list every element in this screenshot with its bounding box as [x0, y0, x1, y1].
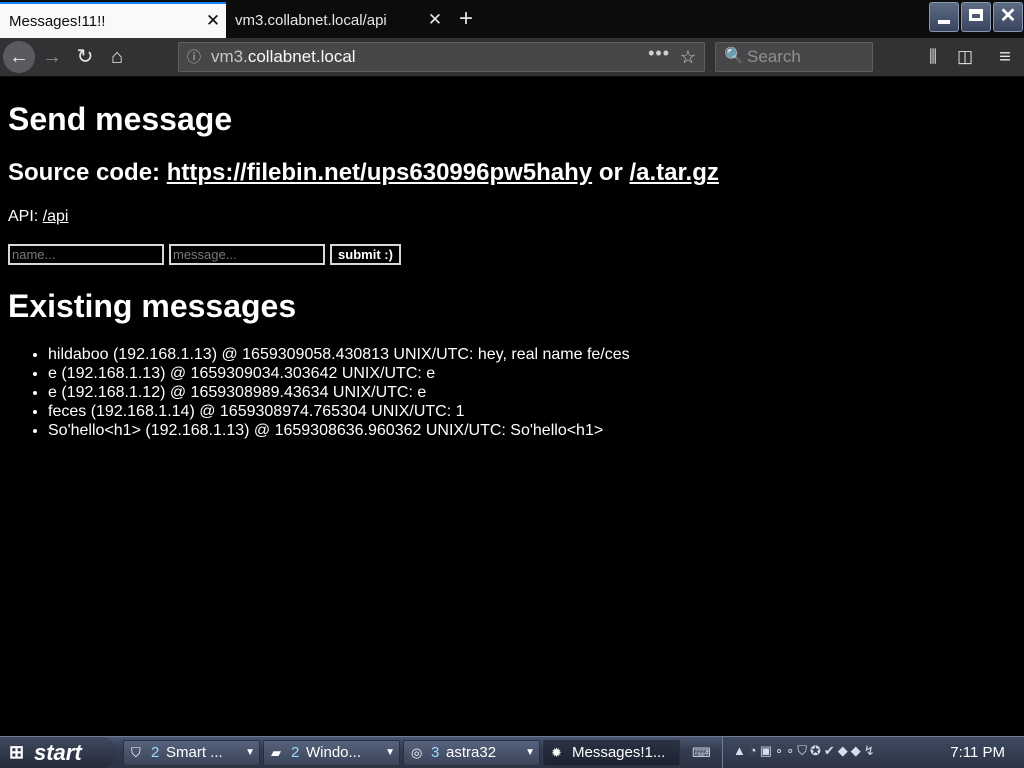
group-count: 2 [151, 744, 160, 761]
group-count: 3 [431, 744, 440, 761]
message-list: hildaboo (192.168.1.13) @ 1659309058.430… [0, 345, 630, 440]
tab-api[interactable]: vm3.collabnet.local/api ✕ [226, 2, 448, 38]
search-icon: 🔍 [724, 48, 744, 65]
api-line: API: /api [8, 208, 68, 226]
reload-button[interactable]: ↻ [69, 41, 101, 73]
taskbar-item-firefox[interactable]: ✹ Messages!1... [543, 740, 680, 766]
close-window-button[interactable]: ✕ [993, 2, 1023, 32]
firefox-icon: ✹ [551, 745, 562, 760]
windows-flag-icon: ⊞ [9, 742, 25, 762]
tray-icons[interactable]: ▲◔▣∘∘⛉✪✔◆◆↯ [733, 743, 878, 759]
page-title: Send message [8, 101, 233, 137]
tab-messages[interactable]: Messages!11!! ✕ [0, 2, 226, 38]
url-domain: collabnet.local [247, 47, 356, 66]
address-bar[interactable]: ⓘ vm3.collabnet.local ••• ☆ [178, 42, 705, 72]
close-tab-icon[interactable]: ✕ [422, 10, 448, 30]
app-icon: ◎ [411, 745, 423, 760]
source-code-label: Source code: [8, 159, 167, 186]
taskbar-group-astra32[interactable]: ◎ 3 astra32 ▼ [403, 740, 540, 766]
clock: 7:11 PM [950, 744, 1005, 761]
list-item: e (192.168.1.13) @ 1659309034.303642 UNI… [48, 364, 630, 383]
tarball-link[interactable]: /a.tar.gz [630, 159, 719, 186]
api-link[interactable]: /api [43, 208, 69, 225]
list-item: hildaboo (192.168.1.13) @ 1659309058.430… [48, 345, 630, 364]
back-button[interactable]: ← [3, 41, 35, 73]
api-label: API: [8, 208, 43, 225]
tab-strip: Messages!11!! ✕ vm3.collabnet.local/api … [0, 0, 1024, 38]
keyboard-icon[interactable]: ⌨ [692, 745, 711, 761]
taskbar-group-windows[interactable]: ▰ 2 Windo... ▼ [263, 740, 400, 766]
search-placeholder: Search [747, 47, 801, 66]
submit-button[interactable]: submit :) [330, 244, 401, 265]
task-label: Smart ... [166, 744, 223, 761]
search-bar[interactable]: 🔍 Search [715, 42, 873, 72]
url-text[interactable]: vm3.collabnet.local [211, 43, 356, 71]
library-icon[interactable]: ⫼ [918, 42, 948, 72]
sidebar-icon[interactable]: ◫ [950, 42, 980, 72]
shield-icon: ⛉ [131, 745, 141, 760]
group-count: 2 [291, 744, 300, 761]
bookmark-star-icon[interactable]: ☆ [680, 43, 696, 71]
chevron-down-icon: ▼ [525, 747, 535, 758]
url-subdomain: vm3. [211, 47, 248, 66]
source-joiner: or [592, 159, 630, 186]
source-code-heading: Source code: https://filebin.net/ups6309… [8, 159, 719, 187]
home-button[interactable]: ⌂ [101, 41, 133, 73]
menu-icon[interactable]: ≡ [990, 42, 1020, 72]
task-label: Messages!1... [572, 744, 666, 761]
message-input[interactable] [169, 244, 325, 265]
filebin-link[interactable]: https://filebin.net/ups630996pw5hahy [167, 159, 592, 186]
name-input[interactable] [8, 244, 164, 265]
task-label: astra32 [446, 744, 497, 761]
taskbar-group-smart[interactable]: ⛉ 2 Smart ... ▼ [123, 740, 260, 766]
navigation-toolbar: ← → ↻ ⌂ ⓘ vm3.collabnet.local ••• ☆ 🔍 Se… [0, 38, 1024, 77]
start-button[interactable]: ⊞ start [0, 737, 116, 768]
start-label: start [34, 740, 82, 765]
site-info-icon[interactable]: ⓘ [187, 43, 201, 71]
chevron-down-icon: ▼ [245, 747, 255, 758]
minimize-icon [938, 20, 950, 24]
list-item: So'hello<h1> (192.168.1.13) @ 1659308636… [48, 421, 630, 440]
system-tray: ▲◔▣∘∘⛉✪✔◆◆↯ 7:11 PM [722, 737, 1024, 768]
maximize-button[interactable] [961, 2, 991, 32]
tab-label: Messages!11!! [9, 12, 106, 30]
forward-button[interactable]: → [36, 41, 68, 73]
list-item: feces (192.168.1.14) @ 1659308974.765304… [48, 402, 630, 421]
page-content: Send message Source code: https://filebi… [0, 77, 1024, 736]
minimize-button[interactable] [929, 2, 959, 32]
page-actions-icon[interactable]: ••• [648, 39, 670, 67]
folder-icon: ▰ [271, 745, 281, 760]
taskbar: ⊞ start ⛉ 2 Smart ... ▼ ▰ 2 Windo... ▼ ◎… [0, 736, 1024, 768]
new-tab-button[interactable]: + [452, 4, 480, 34]
existing-messages-heading: Existing messages [8, 288, 297, 324]
chevron-down-icon: ▼ [385, 747, 395, 758]
maximize-icon [969, 9, 983, 21]
close-tab-icon[interactable]: ✕ [200, 11, 226, 31]
task-label: Windo... [306, 744, 362, 761]
tab-label: vm3.collabnet.local/api [235, 11, 387, 29]
list-item: e (192.168.1.12) @ 1659308989.43634 UNIX… [48, 383, 630, 402]
window-controls: ✕ [928, 0, 1024, 34]
